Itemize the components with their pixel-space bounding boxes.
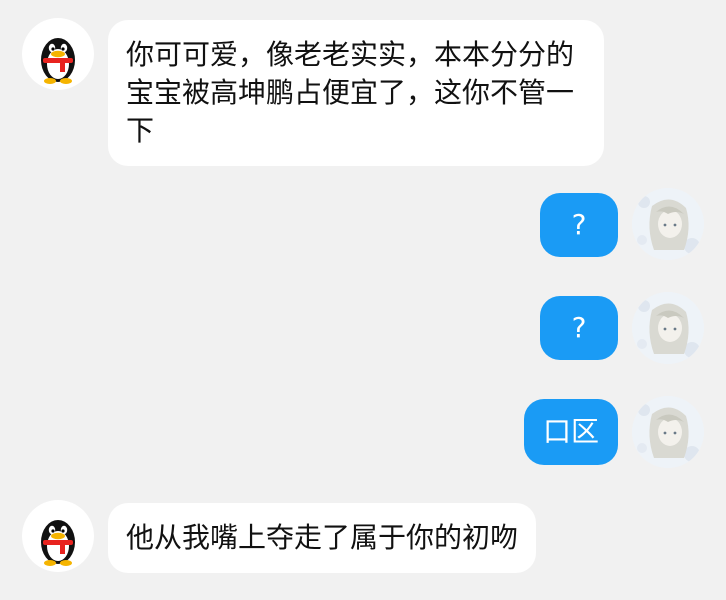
outgoing-message-bubble[interactable]: ? (540, 193, 618, 257)
outgoing-message-bubble[interactable]: ? (540, 296, 618, 360)
anime-girl-icon (632, 396, 704, 468)
message-text: 口区 (542, 415, 599, 448)
penguin-icon (41, 520, 75, 566)
message-text: ? (571, 208, 587, 241)
incoming-message-bubble[interactable]: 他从我嘴上夺走了属于你的初吻 (108, 503, 537, 573)
outgoing-message-bubble[interactable]: 口区 (524, 399, 618, 465)
message-text: 你可可爱，像老老实实，本本分分的宝宝被高坤鹏占便宜了，这你不管一下 (126, 38, 575, 147)
anime-girl-avatar[interactable] (632, 292, 704, 364)
anime-girl-avatar[interactable] (632, 188, 704, 260)
message-text: 他从我嘴上夺走了属于你的初吻 (126, 521, 519, 554)
qq-penguin-avatar[interactable] (22, 18, 94, 90)
qq-penguin-avatar[interactable] (22, 500, 94, 572)
incoming-message-bubble[interactable]: 你可可爱，像老老实实，本本分分的宝宝被高坤鹏占便宜了，这你不管一下 (108, 20, 604, 166)
anime-girl-icon (632, 292, 704, 364)
anime-girl-icon (632, 188, 704, 260)
anime-girl-avatar[interactable] (632, 396, 704, 468)
penguin-icon (41, 38, 75, 84)
message-text: ? (571, 311, 587, 344)
